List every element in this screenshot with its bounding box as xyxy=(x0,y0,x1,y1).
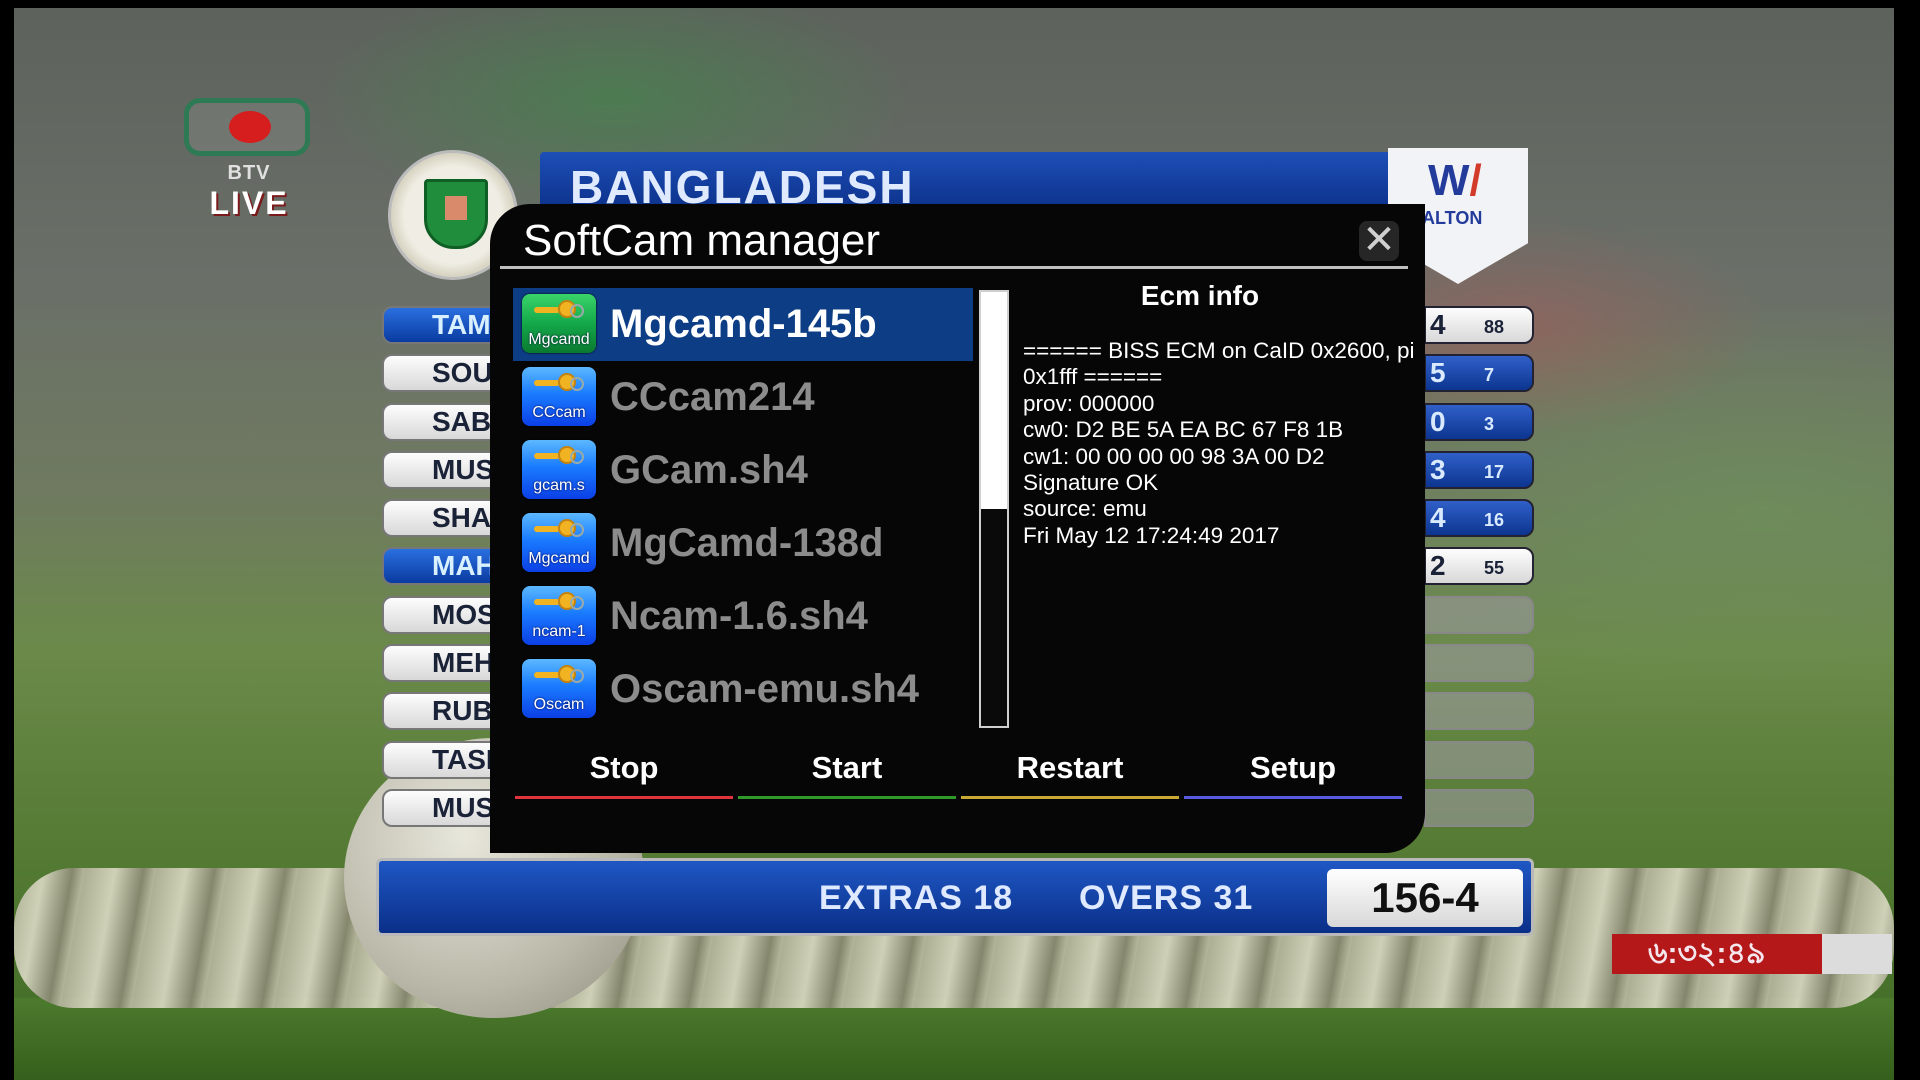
softcam-item[interactable]: Mgcamd MgCamd-138d xyxy=(513,507,973,580)
color-key-bar xyxy=(515,796,733,799)
grass xyxy=(14,998,1894,1080)
ecm-info-title: Ecm info xyxy=(1140,280,1260,311)
runs: 5 xyxy=(1430,357,1446,389)
color-button-bar: Stop Start Restart Setup xyxy=(515,744,1403,804)
innings-total-bar: EXTRAS 18 OVERS 31 156-4 xyxy=(376,858,1534,936)
button-label: Setup xyxy=(1249,750,1337,785)
close-icon: ✕ xyxy=(1362,218,1396,262)
key-icon: CCcam xyxy=(522,367,596,426)
icon-label: Mgcamd xyxy=(528,331,590,348)
ecm-line: prov: 000000 xyxy=(1023,390,1155,416)
list-scrollbar[interactable] xyxy=(979,290,1009,728)
score-row xyxy=(1424,692,1534,731)
softcam-name: Ncam-1.6.sh4 xyxy=(610,594,868,638)
setup-button[interactable]: Setup xyxy=(1184,744,1402,800)
softcam-item[interactable]: Oscam Oscam-emu.sh4 xyxy=(513,653,973,726)
color-key-bar xyxy=(738,796,956,799)
icon-label: Oscam xyxy=(533,696,585,713)
score-row xyxy=(1424,595,1534,634)
dialog-title: SoftCam manager xyxy=(523,216,881,265)
balls: 3 xyxy=(1484,413,1495,434)
softcam-manager-dialog: SoftCam manager ✕ Mgcamd Mgcamd-145b CCcam… xyxy=(490,204,1425,853)
ecm-line: source: emu xyxy=(1023,496,1147,522)
scrollbar-thumb[interactable] xyxy=(981,292,1007,509)
broadcast-clock: ৬:৩২:৪৯ xyxy=(1612,934,1822,974)
channel-logo: BTV LIVE xyxy=(184,98,314,228)
softcam-name: MgCamd-138d xyxy=(610,521,884,565)
runs: 0 xyxy=(1430,405,1446,437)
total-score: 156-4 xyxy=(1327,869,1523,927)
icon-label: ncam-1 xyxy=(532,623,586,640)
softcam-name: Mgcamd-145b xyxy=(610,302,877,346)
start-button[interactable]: Start xyxy=(738,744,956,800)
restart-button[interactable]: Restart xyxy=(961,744,1179,800)
score-row: 4 88 xyxy=(1424,306,1534,344)
icon-label: Mgcamd xyxy=(528,550,590,567)
key-icon: ncam-1 xyxy=(522,586,596,645)
sponsor-w-icon: W/ xyxy=(1428,156,1482,205)
ecm-line: 0x1fff ====== xyxy=(1023,364,1163,390)
score-row: 03 xyxy=(1424,402,1534,441)
stop-button[interactable]: Stop xyxy=(515,744,733,800)
button-label: Restart xyxy=(1016,750,1124,785)
runs: 3 xyxy=(1430,453,1446,485)
score-row: 3 17 xyxy=(1424,450,1534,489)
softcam-item[interactable]: gcam.s GCam.sh4 xyxy=(513,434,973,507)
runs: 4 xyxy=(1430,309,1446,340)
color-key-bar xyxy=(961,796,1179,799)
ecm-line: Fri May 12 17:24:49 2017 xyxy=(1023,522,1280,548)
softcam-item[interactable]: ncam-1 Ncam-1.6.sh4 xyxy=(513,580,973,653)
balls: 55 xyxy=(1484,558,1505,579)
score-row xyxy=(1424,644,1534,683)
channel-tv-icon xyxy=(184,98,310,156)
score-list: 4 88 5 7 0 3 3 17 4 16 2 55 xyxy=(1424,306,1534,837)
runs: 4 xyxy=(1430,502,1446,534)
ecm-line: cw1: 00 00 00 00 98 3A 00 D2 xyxy=(1023,443,1325,469)
ecm-line: cw0: D2 BE 5A EA BC 67 F8 1B xyxy=(1023,417,1344,443)
runs: 2 xyxy=(1430,550,1446,582)
key-icon: gcam.s xyxy=(522,440,596,499)
balls: 16 xyxy=(1484,510,1505,531)
balls: 88 xyxy=(1484,317,1505,337)
ecm-line: ====== BISS ECM on CaID 0x2600, pi xyxy=(1023,338,1415,363)
key-icon: Oscam xyxy=(522,659,596,718)
channel-name: BTV xyxy=(227,162,271,184)
softcam-item[interactable]: Mgcamd Mgcamd-145b xyxy=(513,288,973,361)
clock-box xyxy=(1822,934,1892,974)
score-row: 2 55 xyxy=(1424,547,1534,586)
live-badge: LIVE xyxy=(209,185,289,221)
ecm-line: Signature OK xyxy=(1023,470,1159,496)
ecm-info-text: ====== BISS ECM on CaID 0x2600, pi 0x1fff… xyxy=(1023,338,1418,549)
balls: 7 xyxy=(1484,365,1495,386)
softcam-name: Oscam-emu.sh4 xyxy=(610,667,920,711)
extras: EXTRAS 18 xyxy=(819,879,1014,917)
color-key-bar xyxy=(1184,796,1402,799)
softcam-name: GCam.sh4 xyxy=(610,448,808,492)
softcam-item[interactable]: CCcam CCcam214 xyxy=(513,361,973,434)
score-row xyxy=(1424,740,1534,779)
score-row: 57 xyxy=(1424,354,1534,393)
button-label: Start xyxy=(811,750,883,785)
icon-label: gcam.s xyxy=(533,477,585,494)
key-icon: Mgcamd xyxy=(522,294,596,353)
softcam-name: CCcam214 xyxy=(610,375,815,419)
key-icon: Mgcamd xyxy=(522,513,596,572)
close-button[interactable]: ✕ xyxy=(1359,218,1399,262)
overs: OVERS 31 xyxy=(1079,879,1254,917)
balls: 17 xyxy=(1484,461,1505,482)
score-row xyxy=(1424,788,1534,827)
softcam-list: Mgcamd Mgcamd-145b CCcam CCcam214 gcam.s GCam… xyxy=(513,288,973,726)
score-row: 4 16 xyxy=(1424,499,1534,538)
title-divider xyxy=(500,266,1408,269)
button-label: Stop xyxy=(589,750,659,785)
icon-label: CCcam xyxy=(532,404,586,421)
